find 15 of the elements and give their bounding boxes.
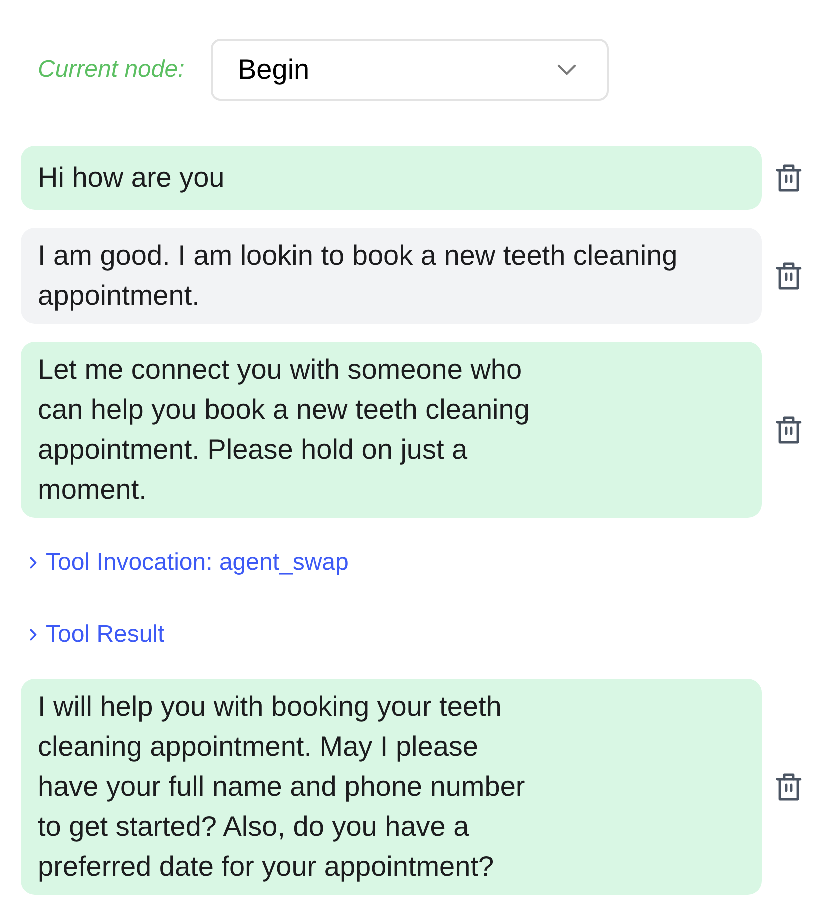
trash-icon[interactable]: [776, 773, 802, 801]
tool-toggle[interactable]: Tool Invocation: agent_swap: [30, 548, 349, 578]
tool-toggle[interactable]: Tool Result: [30, 620, 165, 650]
trash-icon[interactable]: [776, 262, 802, 290]
message-text: Hi how are you: [38, 161, 225, 195]
message-text: I will help you with booking your teeth cleaning appointment. May I please have your full name and phone number to get started? Also, do you have a preferred date for your appointment?: [38, 690, 526, 884]
chevron-right-icon: [30, 629, 37, 641]
current-node-label: Current node:: [38, 55, 186, 85]
message-text: Let me connect you with someone who can help you book a new teeth cleaning appointment. Please hold on just a moment.: [38, 353, 531, 507]
chevron-down-icon: [557, 64, 577, 76]
node-select[interactable]: Begin: [211, 39, 609, 101]
trash-icon[interactable]: [776, 416, 802, 444]
trash-icon[interactable]: [776, 164, 802, 192]
message-text: I am good. I am lookin to book a new teeth cleaning appointment.: [38, 239, 679, 313]
chevron-right-icon: [30, 557, 37, 569]
